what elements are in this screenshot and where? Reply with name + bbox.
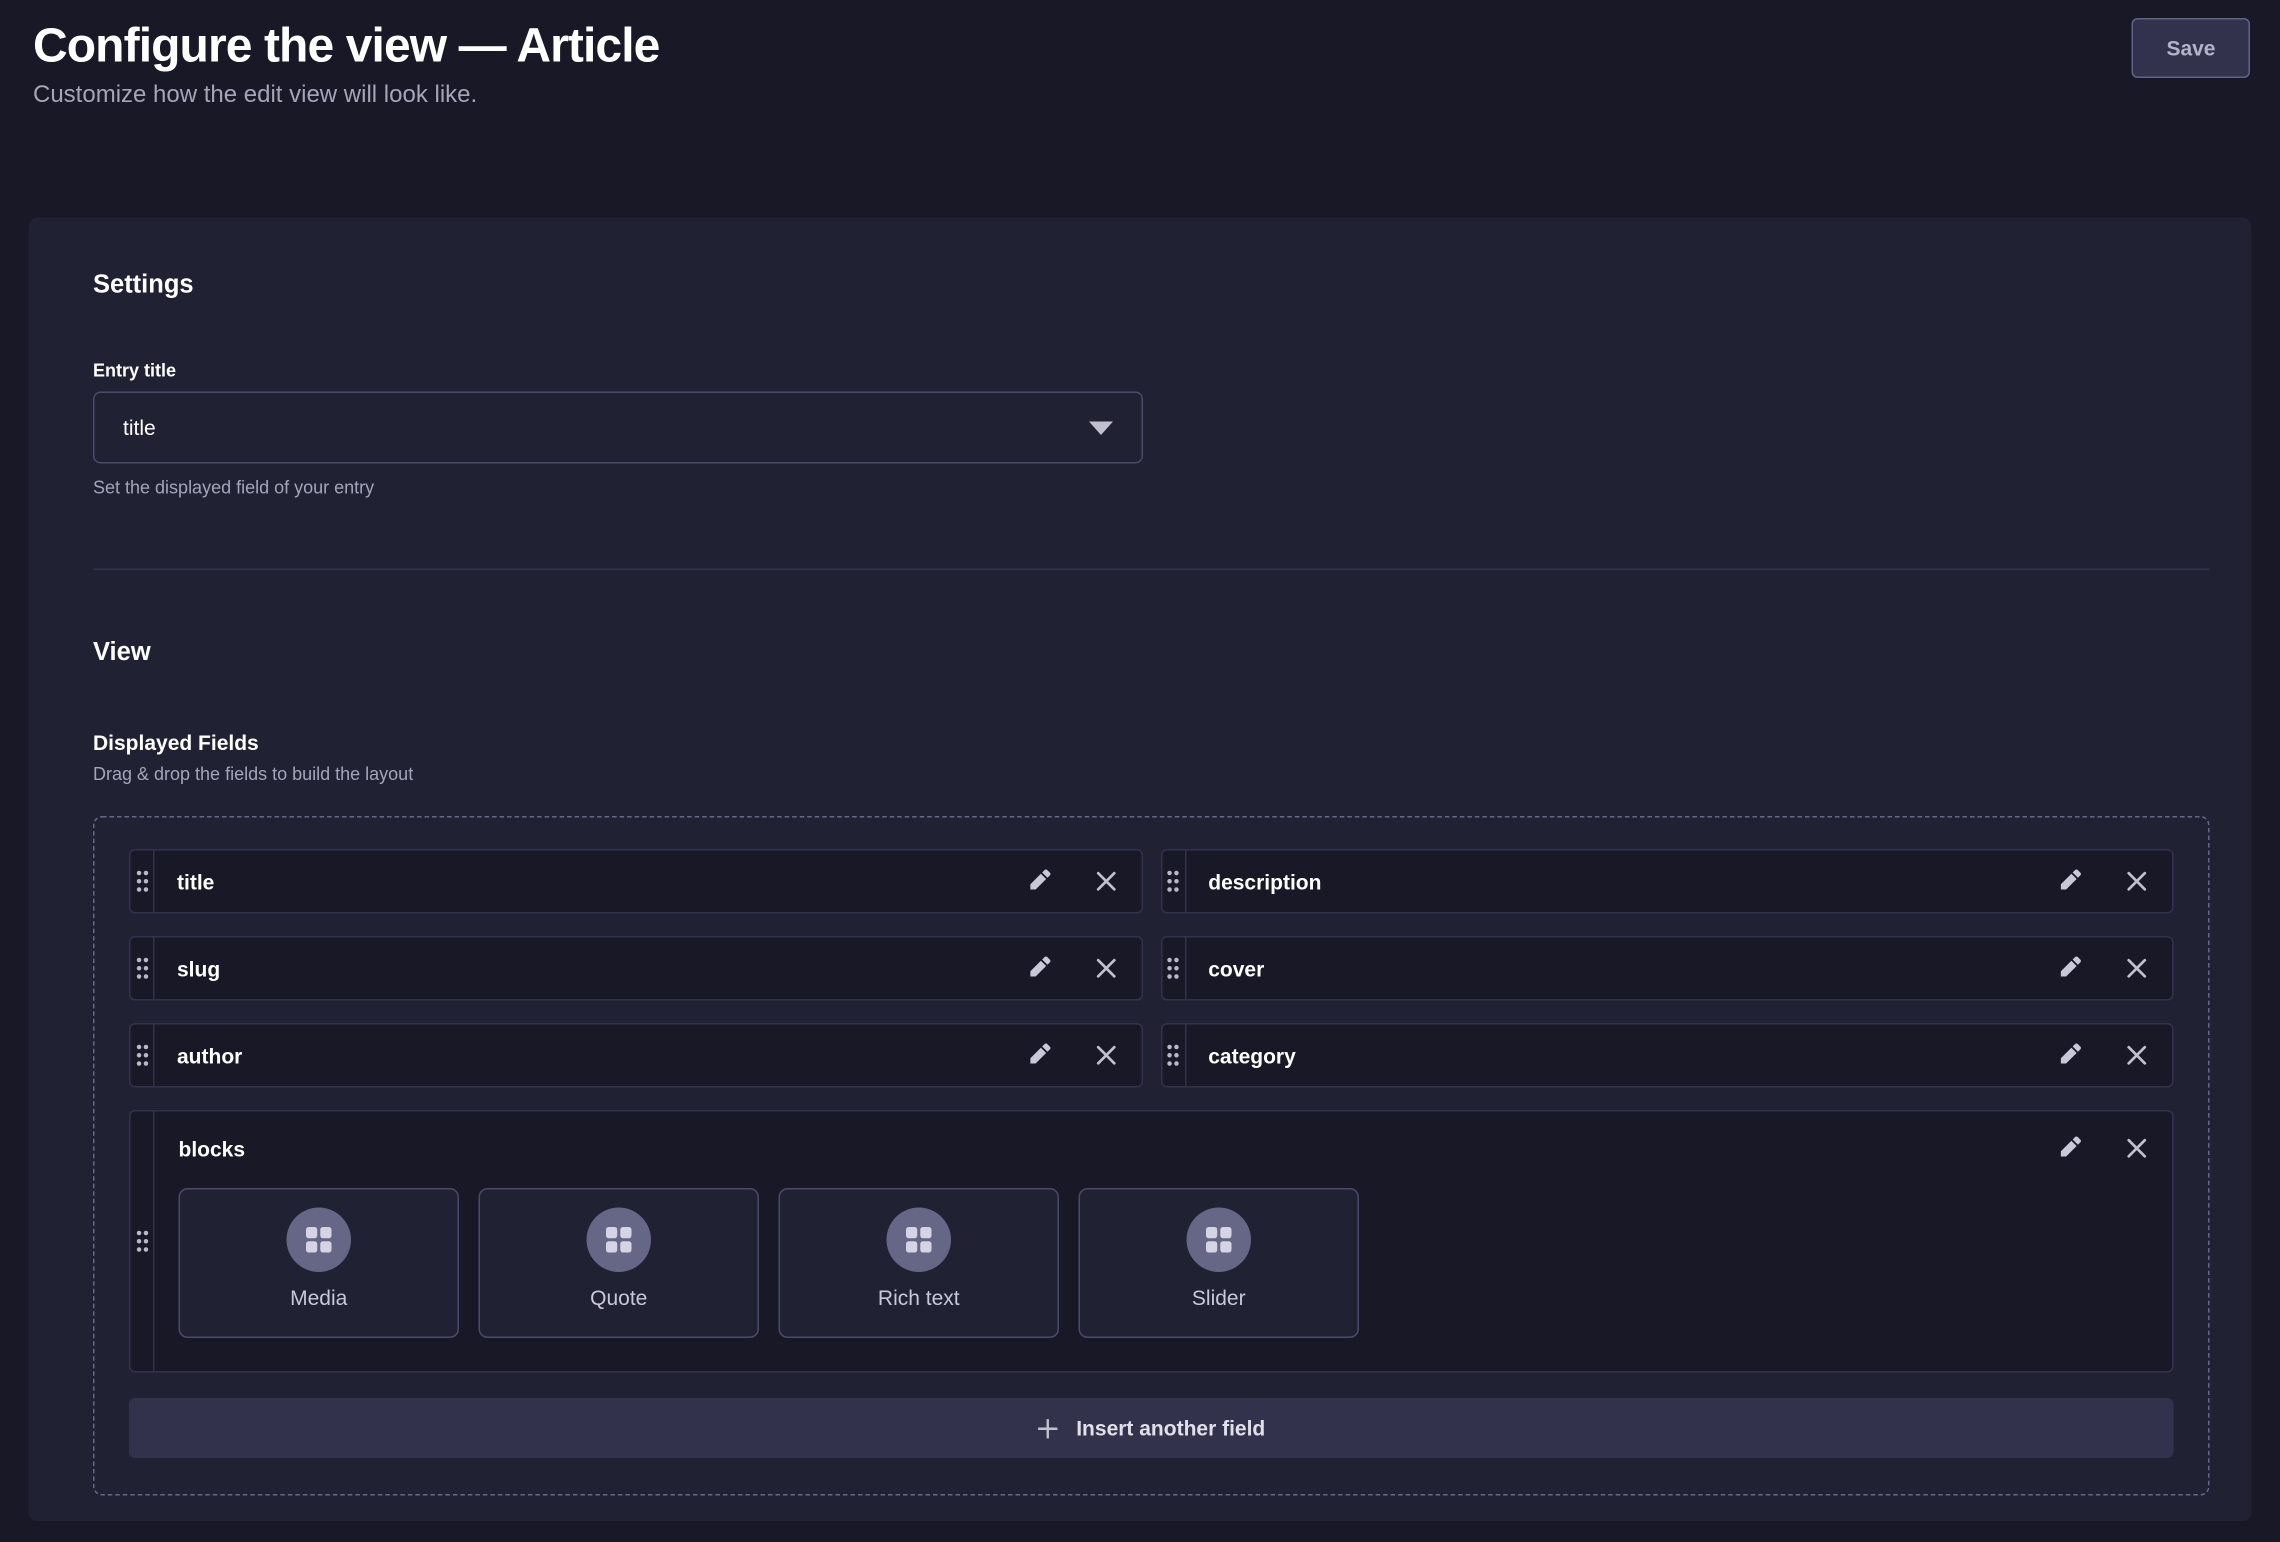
field-row-blocks[interactable]: blocks Media: [129, 1110, 2174, 1373]
pencil-icon: [2058, 956, 2084, 982]
field-name: title: [177, 869, 1024, 893]
edit-field-button[interactable]: [1024, 866, 1056, 898]
field-row-title[interactable]: title: [129, 849, 1142, 914]
grid-icon: [1205, 1226, 1234, 1255]
component-card-media[interactable]: Media: [179, 1188, 460, 1338]
drag-handle[interactable]: [131, 938, 155, 1000]
entry-title-hint: Set the displayed field of your entry: [93, 477, 2210, 500]
close-icon: [2126, 870, 2149, 893]
drag-handle[interactable]: [1162, 851, 1186, 913]
drag-dots-icon: [134, 956, 149, 982]
edit-field-button[interactable]: [2055, 1040, 2087, 1072]
component-card-slider[interactable]: Slider: [1079, 1188, 1360, 1338]
dynamic-zone-components: Media Quote: [179, 1188, 2152, 1338]
drag-handle[interactable]: [1162, 1025, 1186, 1087]
caret-down-icon: [1089, 421, 1113, 435]
page-subtitle: Customize how the edit view will look li…: [33, 80, 659, 113]
drag-dots-icon: [134, 869, 149, 895]
page-title: Configure the view — Article: [33, 15, 659, 75]
plus-icon: [1037, 1417, 1060, 1440]
close-icon: [2126, 1044, 2149, 1067]
save-button[interactable]: Save: [2132, 18, 2250, 78]
drag-dots-icon: [1166, 956, 1181, 982]
displayed-fields-label: Displayed Fields: [93, 731, 2210, 757]
field-name: description: [1208, 869, 2055, 893]
field-name: slug: [177, 956, 1024, 980]
component-icon-circle: [1187, 1208, 1252, 1273]
edit-field-button[interactable]: [2055, 953, 2087, 985]
field-name: author: [177, 1043, 1024, 1067]
component-label: Quote: [590, 1286, 647, 1310]
view-heading: View: [93, 636, 2210, 668]
drag-handle[interactable]: [131, 1112, 155, 1372]
page-header: Configure the view — Article Customize h…: [0, 0, 2280, 113]
page-header-text: Configure the view — Article Customize h…: [33, 15, 659, 113]
drag-handle[interactable]: [131, 851, 155, 913]
field-row-category[interactable]: category: [1160, 1023, 2173, 1088]
grid-icon: [905, 1226, 934, 1255]
settings-heading: Settings: [93, 269, 2210, 301]
configure-view-page: Configure the view — Article Customize h…: [0, 0, 2280, 1542]
settings-card: Settings Entry title title Set the displ…: [29, 218, 2252, 1522]
field-name: blocks: [179, 1136, 2056, 1160]
edit-field-button[interactable]: [1024, 1040, 1056, 1072]
component-icon-circle: [887, 1208, 952, 1273]
entry-title-select[interactable]: title: [93, 392, 1143, 464]
remove-field-button[interactable]: [1091, 954, 1120, 983]
pencil-icon: [2058, 1136, 2084, 1162]
edit-field-button[interactable]: [2055, 1133, 2087, 1165]
field-row-cover[interactable]: cover: [1160, 936, 2173, 1001]
section-divider: [93, 569, 2210, 571]
close-icon: [2126, 957, 2149, 980]
component-card-rich-text[interactable]: Rich text: [779, 1188, 1060, 1338]
pencil-icon: [1027, 869, 1053, 895]
fields-grid: title description: [129, 849, 2174, 1373]
component-icon-circle: [587, 1208, 652, 1273]
drag-handle[interactable]: [131, 1025, 155, 1087]
field-row-slug[interactable]: slug: [129, 936, 1142, 1001]
insert-another-field-button[interactable]: Insert another field: [129, 1398, 2174, 1458]
grid-icon: [605, 1226, 634, 1255]
pencil-icon: [2058, 869, 2084, 895]
remove-field-button[interactable]: [2123, 1134, 2152, 1163]
entry-title-selected-value: title: [123, 416, 156, 440]
drag-dots-icon: [134, 1043, 149, 1069]
remove-field-button[interactable]: [1091, 1041, 1120, 1070]
field-name: cover: [1208, 956, 2055, 980]
displayed-fields-hint: Drag & drop the fields to build the layo…: [93, 764, 2210, 787]
fields-dropzone: title description: [93, 816, 2210, 1496]
edit-field-button[interactable]: [1024, 953, 1056, 985]
field-row-description[interactable]: description: [1160, 849, 2173, 914]
field-name: category: [1208, 1043, 2055, 1067]
component-label: Slider: [1192, 1286, 1246, 1310]
remove-field-button[interactable]: [2123, 1041, 2152, 1070]
pencil-icon: [1027, 956, 1053, 982]
pencil-icon: [1027, 1043, 1053, 1069]
close-icon: [1094, 957, 1117, 980]
remove-field-button[interactable]: [1091, 867, 1120, 896]
remove-field-button[interactable]: [2123, 867, 2152, 896]
edit-field-button[interactable]: [2055, 866, 2087, 898]
drag-dots-icon: [1166, 869, 1181, 895]
close-icon: [2126, 1137, 2149, 1160]
drag-handle[interactable]: [1162, 938, 1186, 1000]
component-label: Media: [290, 1286, 347, 1310]
component-icon-circle: [287, 1208, 352, 1273]
close-icon: [1094, 870, 1117, 893]
drag-dots-icon: [134, 1229, 149, 1255]
grid-icon: [305, 1226, 334, 1255]
pencil-icon: [2058, 1043, 2084, 1069]
insert-another-field-label: Insert another field: [1076, 1416, 1265, 1440]
component-label: Rich text: [878, 1286, 960, 1310]
field-row-author[interactable]: author: [129, 1023, 1142, 1088]
drag-dots-icon: [1166, 1043, 1181, 1069]
component-card-quote[interactable]: Quote: [479, 1188, 760, 1338]
entry-title-label: Entry title: [93, 360, 2210, 383]
remove-field-button[interactable]: [2123, 954, 2152, 983]
close-icon: [1094, 1044, 1117, 1067]
